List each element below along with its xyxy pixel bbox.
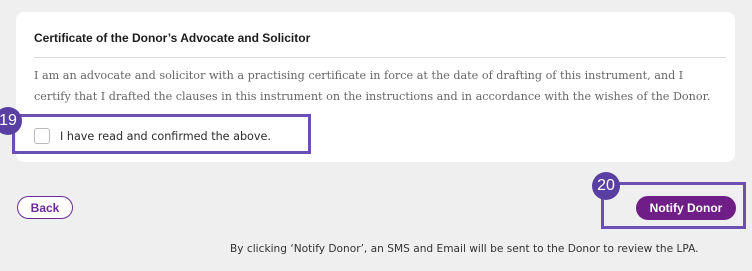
certificate-statement-line: certify that I drafted the clauses in th… xyxy=(34,90,711,103)
notify-donor-button[interactable]: Notify Donor xyxy=(636,196,736,220)
back-button[interactable]: Back xyxy=(17,196,73,219)
certificate-card: Certificate of the Donor’s Advocate and … xyxy=(16,12,735,162)
notify-footer-note: By clicking ‘Notify Donor’, an SMS and E… xyxy=(230,243,699,255)
confirm-row[interactable]: I have read and confirmed the above. xyxy=(34,126,271,146)
divider xyxy=(34,57,726,58)
step-badge-20: 20 xyxy=(592,172,620,200)
certificate-title: Certificate of the Donor’s Advocate and … xyxy=(34,31,311,45)
confirm-checkbox-label[interactable]: I have read and confirmed the above. xyxy=(60,130,271,143)
certificate-statement: I am an advocate and solicitor with a pr… xyxy=(34,65,734,107)
certificate-statement-line: I am an advocate and solicitor with a pr… xyxy=(34,69,684,82)
confirm-checkbox[interactable] xyxy=(34,128,50,144)
notify-donor-page: Certificate of the Donor’s Advocate and … xyxy=(0,0,752,271)
